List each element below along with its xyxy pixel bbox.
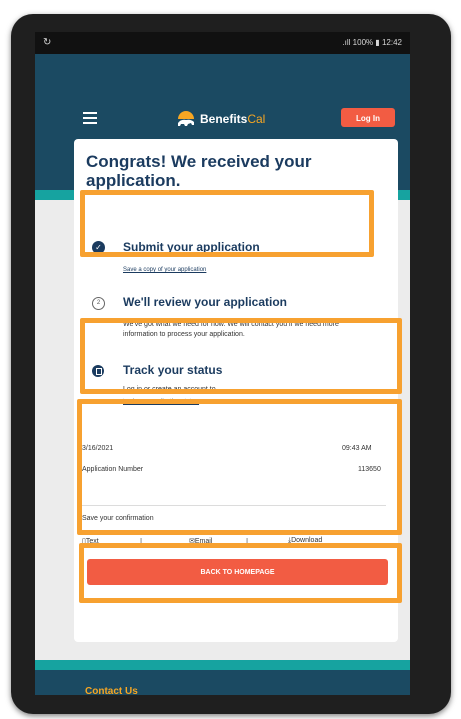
- step-number-icon: 2: [92, 297, 105, 310]
- save-copy-link[interactable]: Save a copy of your application: [123, 267, 206, 273]
- sync-icon: ↻: [43, 37, 52, 48]
- footer-teal-band: [35, 660, 410, 670]
- highlight-box: [77, 399, 402, 535]
- brand-logo[interactable]: BenefitsCal: [175, 110, 265, 128]
- bear-logo-icon: [177, 111, 195, 128]
- page-title: Congrats! We received your application.: [86, 152, 312, 190]
- highlight-box: [80, 190, 374, 257]
- status-right: .ıll 100% ▮ 12:42: [342, 38, 402, 47]
- brand-name: BenefitsCal: [200, 112, 266, 126]
- signal-icon: .ıll: [342, 38, 351, 47]
- step-review-title: We'll review your application: [123, 295, 288, 309]
- status-bar: ↻ .ıll 100% ▮ 12:42: [35, 32, 410, 54]
- highlight-box: [79, 543, 402, 603]
- login-button[interactable]: Log In: [341, 108, 395, 127]
- footer: Contact Us: [35, 660, 410, 695]
- battery-time: 100% ▮ 12:42: [352, 38, 402, 47]
- contact-us-link[interactable]: Contact Us: [85, 686, 138, 695]
- highlight-box: [80, 318, 402, 394]
- menu-icon[interactable]: [83, 112, 97, 127]
